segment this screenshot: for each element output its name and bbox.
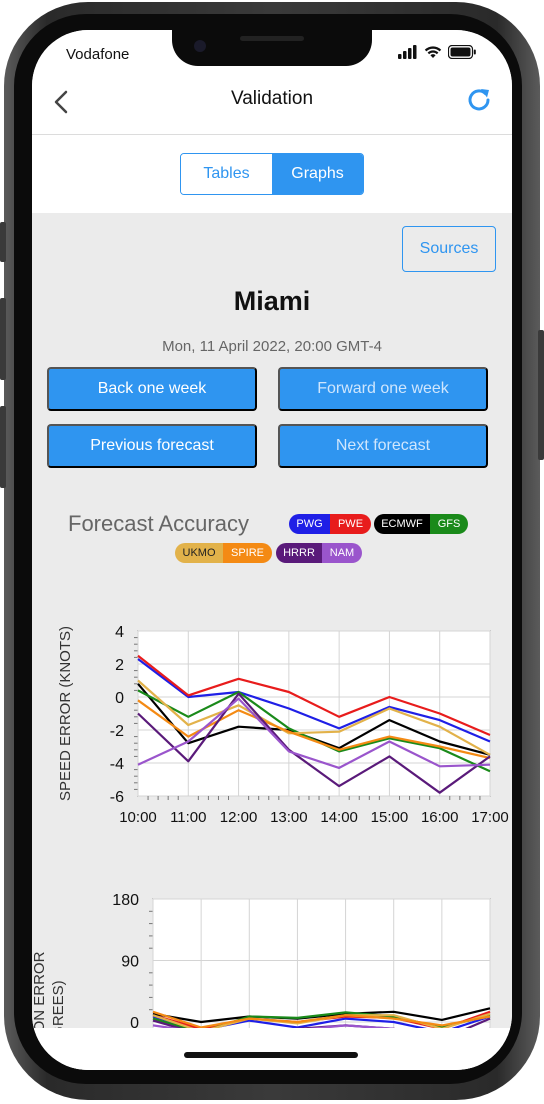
legend-item-nam[interactable]: NAM	[322, 543, 362, 563]
y-tick-label: 90	[121, 954, 139, 971]
notch	[172, 30, 372, 66]
y-tick-label: 180	[112, 892, 139, 909]
location-name: Miami	[233, 286, 311, 316]
next-forecast-button[interactable]: Next forecast	[278, 424, 488, 468]
speed-error-chart: 4 2 0 -2 -4 -6 10:00 11:00 12:00 13:00 14:00 15:00 1…	[57, 624, 509, 826]
y-tick-label: 0	[115, 690, 124, 707]
y-axis-label: SPEED ERROR (KNOTS)	[57, 626, 74, 801]
view-switcher-area: Tables Graphs	[32, 135, 512, 213]
bottom-safe-area	[32, 1028, 512, 1070]
legend-group-global: ECMWF GFS	[374, 514, 468, 534]
navigation-bar: Validation	[32, 76, 512, 135]
chart-title: Forecast Accuracy	[68, 511, 249, 536]
screen: Vodafone Validation Tables Graphs Source…	[32, 30, 512, 1070]
forward-one-week-button[interactable]: Forward one week	[278, 367, 488, 411]
sources-button[interactable]: Sources	[402, 226, 496, 272]
legend-item-ukmo[interactable]: UKMO	[175, 543, 223, 563]
x-tick-label: 10:00	[119, 809, 157, 826]
tab-graphs[interactable]: Graphs	[272, 154, 363, 194]
forecast-datetime: Mon, 11 April 2022, 20:00 GMT-4	[162, 338, 382, 355]
volume-down-button	[0, 406, 6, 488]
legend-item-pwe[interactable]: PWE	[330, 514, 371, 534]
volume-up-button	[0, 298, 6, 380]
carrier-label: Vodafone	[66, 46, 130, 63]
x-tick-label: 12:00	[220, 809, 258, 826]
battery-icon	[448, 45, 476, 59]
y-tick-label: 2	[115, 657, 124, 674]
signal-icon	[398, 45, 417, 59]
page-title: Validation	[230, 88, 314, 109]
x-tick-label: 15:00	[371, 809, 409, 826]
view-segmented-control: Tables Graphs	[180, 153, 364, 195]
legend-group-pw: PWG PWE	[289, 514, 371, 534]
legend-group-uk: UKMO SPIRE	[175, 543, 272, 563]
x-tick-label: 14:00	[320, 809, 358, 826]
y-tick-label: 4	[115, 624, 124, 641]
legend-item-spire[interactable]: SPIRE	[223, 543, 272, 563]
legend-group-us: HRRR NAM	[276, 543, 362, 563]
back-one-week-button[interactable]: Back one week	[47, 367, 257, 411]
front-camera	[194, 40, 206, 52]
y-tick-label: -2	[110, 723, 124, 740]
x-tick-label: 17:00	[471, 809, 509, 826]
mute-switch	[0, 222, 6, 262]
home-indicator[interactable]	[184, 1052, 358, 1058]
tab-tables[interactable]: Tables	[181, 154, 272, 194]
x-tick-label: 16:00	[421, 809, 459, 826]
x-tick-label: 11:00	[170, 809, 206, 826]
refresh-icon[interactable]	[464, 85, 494, 115]
legend-item-hrrr[interactable]: HRRR	[276, 543, 322, 563]
power-button	[538, 330, 544, 460]
legend-item-ecmwf[interactable]: ECMWF	[374, 514, 430, 534]
y-tick-label: -4	[110, 756, 124, 773]
legend-item-gfs[interactable]: GFS	[430, 514, 468, 534]
y-tick-label: -6	[110, 789, 124, 806]
legend-item-pwg[interactable]: PWG	[289, 514, 330, 534]
wifi-icon	[424, 46, 442, 58]
earpiece-speaker	[240, 36, 304, 41]
x-tick-label: 13:00	[270, 809, 308, 826]
previous-forecast-button[interactable]: Previous forecast	[47, 424, 257, 468]
system-icons	[398, 45, 476, 59]
validation-content: Sources Miami Mon, 11 April 2022, 20:00 …	[32, 213, 512, 1070]
